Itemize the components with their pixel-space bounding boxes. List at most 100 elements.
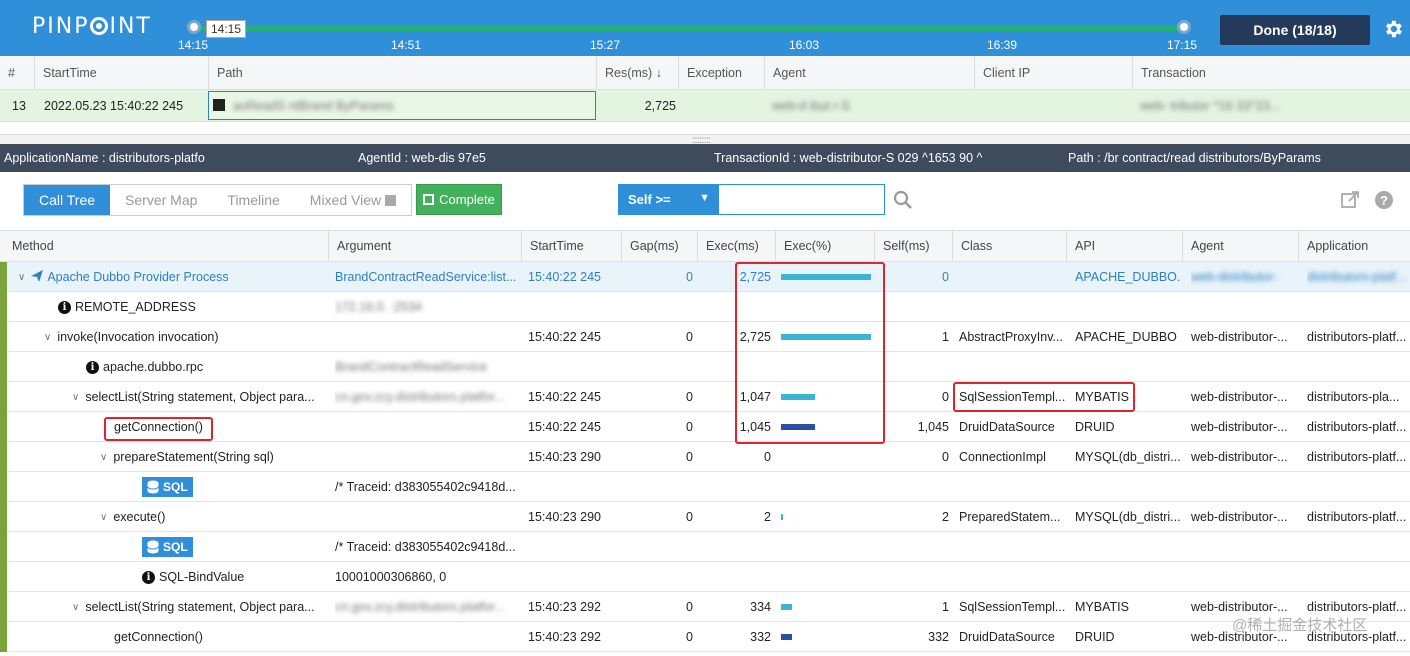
self-cell-text: 0 (942, 270, 949, 284)
method-cell[interactable]: SQL (142, 472, 328, 502)
call-tree-row[interactable]: ∨ prepareStatement(String sql) 15:40:23 29… (0, 442, 1410, 472)
call-tree-row[interactable]: ∨ selectList(String statement, Object par… (0, 592, 1410, 622)
col-exception[interactable]: Exception (678, 56, 764, 89)
class-cell (959, 562, 1065, 592)
search-icon[interactable] (893, 190, 913, 210)
gap-cell (621, 292, 693, 322)
done-button[interactable]: Done (18/18) (1220, 15, 1370, 45)
col-index[interactable]: # (0, 56, 34, 89)
col-application[interactable]: Application (1298, 231, 1410, 261)
chevron-down-icon[interactable]: ∨ (72, 602, 79, 613)
complete-button[interactable]: Complete (416, 184, 502, 215)
call-tree-row[interactable]: SQL /* Traceid: d383055402c9418d... (0, 532, 1410, 562)
argument-cell (335, 442, 521, 472)
help-icon[interactable]: ? (1375, 191, 1393, 209)
col-agent[interactable]: Agent (764, 56, 974, 89)
call-tree-row[interactable]: ∨ execute() 15:40:23 290 0 2 2 PreparedStatem.… (0, 502, 1410, 532)
col-api[interactable]: API (1066, 231, 1182, 261)
sql-badge[interactable]: SQL (142, 477, 193, 497)
method-cell[interactable]: i SQL-BindValue (142, 562, 328, 592)
method-cell[interactable]: ∨ selectList(String statement, Object par… (72, 592, 328, 622)
method-cell[interactable]: i apache.dubbo.rpc (86, 352, 328, 382)
method-cell[interactable]: SQL (142, 532, 328, 562)
method-cell[interactable]: getConnection() (114, 622, 328, 652)
col-path[interactable]: Path (208, 56, 596, 89)
timeline-start-handle[interactable] (187, 20, 201, 34)
col-exec[interactable]: Exec(ms) (697, 231, 775, 261)
row-marker (0, 472, 7, 502)
tab-call-tree[interactable]: Call Tree (24, 185, 111, 215)
col-class[interactable]: Class (952, 231, 1066, 261)
sql-label: SQL (163, 540, 188, 554)
method-cell[interactable]: ∨ execute() (100, 502, 328, 532)
timeline-end-handle[interactable] (1177, 20, 1191, 34)
tx-path-cell[interactable]: aoReadS ntBrand ByParams (208, 91, 596, 120)
method-name: getConnection() (114, 630, 203, 644)
application-cell: distributors-platf... (1307, 262, 1410, 292)
col-transaction[interactable]: Transaction (1132, 56, 1410, 89)
class-cell: AbstractProxyInv... (959, 322, 1065, 352)
col-agent[interactable]: Agent (1182, 231, 1298, 261)
agent-cell: web-distributor-... (1191, 442, 1297, 472)
timeline-slider[interactable] (194, 26, 1184, 31)
call-tree-row[interactable]: ∨ Apache Dubbo Provider Process BrandContr… (0, 262, 1410, 292)
tab-server-map[interactable]: Server Map (110, 185, 212, 215)
tab-mixed-view[interactable]: Mixed View (295, 185, 411, 215)
agent-cell-text: web-distributor-... (1191, 420, 1288, 434)
col-argument[interactable]: Argument (328, 231, 521, 261)
method-cell[interactable]: ∨ selectList(String statement, Object par… (72, 382, 328, 412)
call-tree-row[interactable]: ∨ invoke(Invocation invocation) 15:40:22 2… (0, 322, 1410, 352)
argument-cell: /* Traceid: d383055402c9418d... (335, 472, 521, 502)
col-res[interactable]: Res(ms) ↓ (596, 56, 678, 89)
open-external-icon[interactable] (1340, 190, 1360, 210)
call-tree-row[interactable]: ∨ selectList(String statement, Object par… (0, 382, 1410, 412)
pinpoint-logo[interactable]: PINP INT (32, 14, 152, 39)
col-method[interactable]: Method (4, 231, 328, 261)
api-cell (1075, 562, 1181, 592)
chevron-down-icon[interactable]: ∨ (18, 272, 25, 283)
method-cell[interactable]: i REMOTE_ADDRESS (58, 292, 328, 322)
self-cell (874, 292, 949, 322)
filter-input[interactable] (718, 184, 885, 215)
chevron-down-icon[interactable]: ∨ (100, 512, 107, 523)
chevron-down-icon[interactable]: ∨ (72, 392, 79, 403)
col-self[interactable]: Self(ms) (874, 231, 952, 261)
chevron-down-icon[interactable]: ∨ (44, 332, 51, 343)
application-cell-text: distributors-platf... (1307, 450, 1407, 464)
call-tree-row[interactable]: i SQL-BindValue 10001000306860, 0 (0, 562, 1410, 592)
sql-badge[interactable]: SQL (142, 537, 193, 557)
panel-splitter[interactable]: :::::::::: (0, 134, 1410, 146)
application-cell-text: distributors-platf... (1307, 510, 1407, 524)
application-cell-text: distributors-platf... (1307, 600, 1407, 614)
gap-cell (621, 562, 693, 592)
argument-cell: /* Traceid: d383055402c9418d... (335, 532, 521, 562)
filter-select[interactable]: Self >= ▼ (618, 184, 718, 215)
method-cell[interactable]: ∨ invoke(Invocation invocation) (44, 322, 328, 352)
call-tree-row[interactable]: getConnection() 15:40:23 292 0 332 332 DruidD… (0, 622, 1410, 652)
self-cell: 2 (874, 502, 949, 532)
col-client-ip[interactable]: Client IP (974, 56, 1132, 89)
self-cell: 0 (874, 442, 949, 472)
call-tree-row[interactable]: i apache.dubbo.rpc BrandContractReadServic… (0, 352, 1410, 382)
gap-cell: 0 (621, 262, 693, 292)
col-starttime[interactable]: StartTime (34, 56, 208, 89)
gear-icon[interactable] (1382, 18, 1404, 40)
col-gap[interactable]: Gap(ms) (621, 231, 697, 261)
api-cell-text: MYSQL(db_distri... (1075, 510, 1181, 524)
argument-cell-text: BrandContractReadService:list... (335, 270, 517, 284)
class-cell (959, 352, 1065, 382)
tx-client-ip (974, 90, 1132, 121)
col-starttime[interactable]: StartTime (521, 231, 621, 261)
call-tree-row[interactable]: SQL /* Traceid: d383055402c9418d... (0, 472, 1410, 502)
col-exec-pct[interactable]: Exec(%) (775, 231, 874, 261)
method-cell[interactable]: ∨ prepareStatement(String sql) (100, 442, 328, 472)
transaction-row-partial (0, 122, 1410, 134)
call-tree-row[interactable]: i REMOTE_ADDRESS 172.16.0. :2534 (0, 292, 1410, 322)
method-cell[interactable]: ∨ Apache Dubbo Provider Process (18, 262, 328, 292)
method-name: prepareStatement(String sql) (113, 450, 274, 464)
tab-timeline[interactable]: Timeline (212, 185, 294, 215)
exec-percent-bar (781, 514, 783, 520)
method-name: SQL-BindValue (159, 570, 245, 584)
chevron-down-icon[interactable]: ∨ (100, 452, 107, 463)
starttime-cell-text: 15:40:23 292 (528, 600, 601, 614)
